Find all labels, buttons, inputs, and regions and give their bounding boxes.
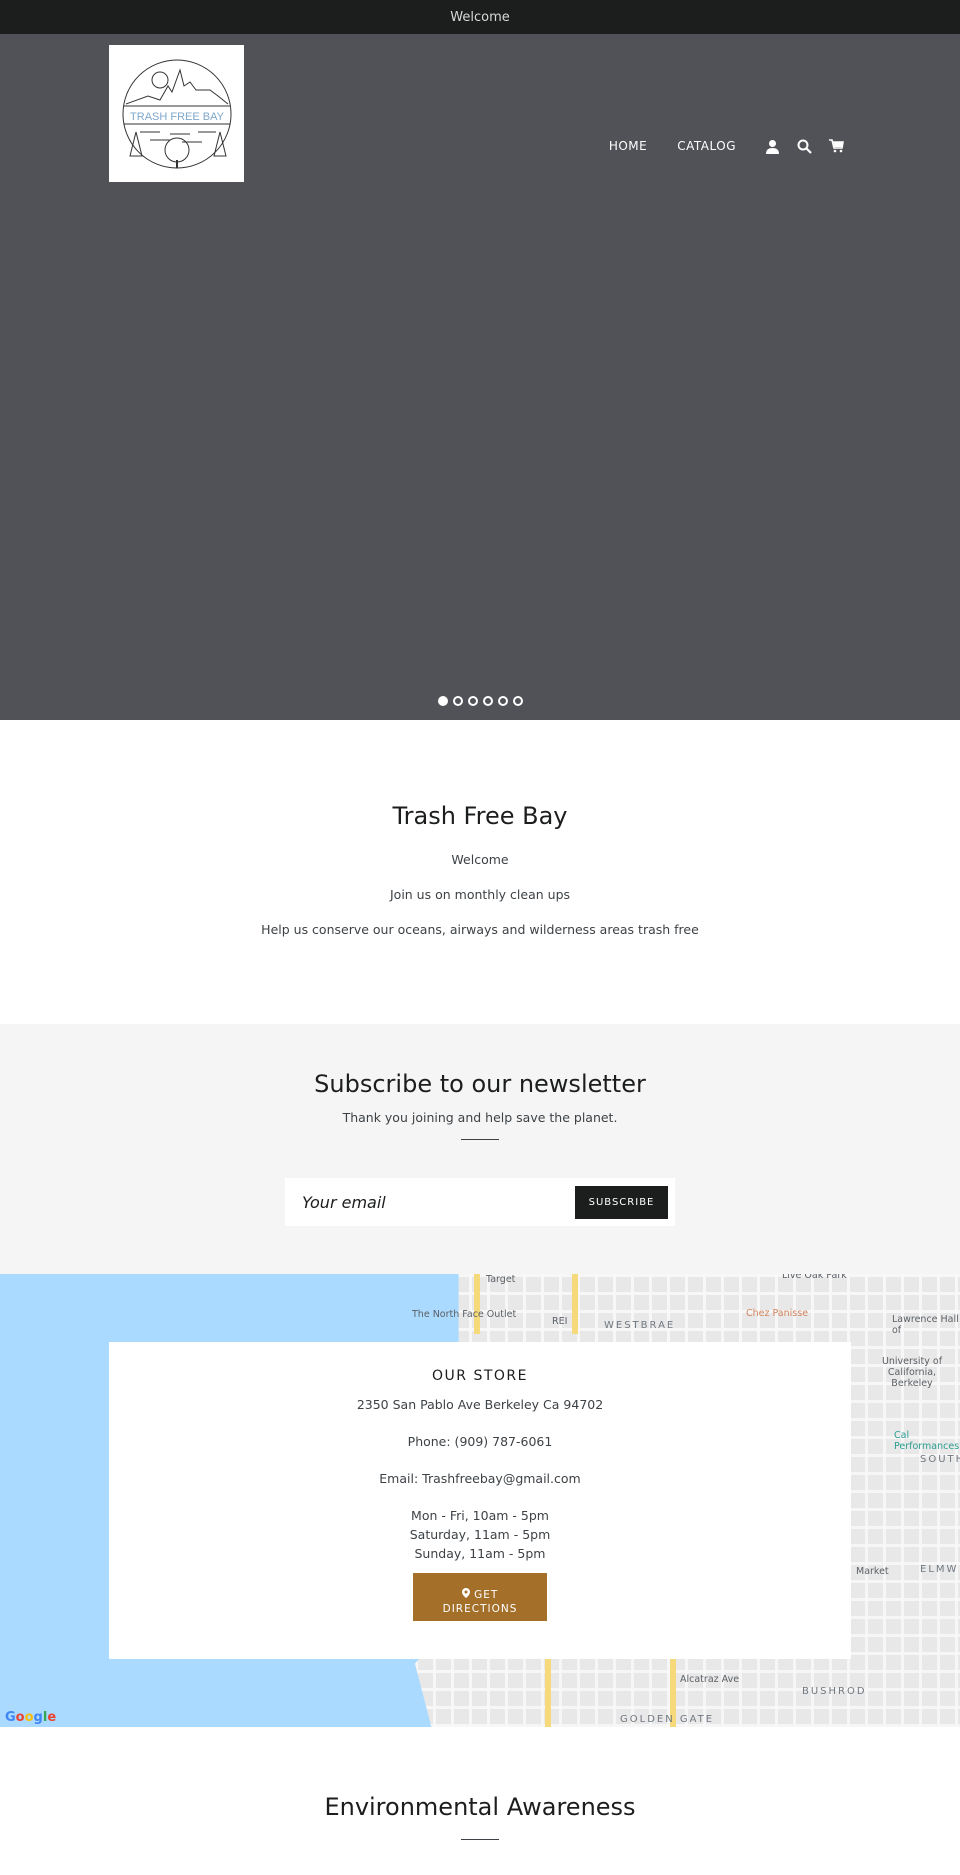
map-road — [572, 1274, 578, 1334]
nav-home[interactable]: HOME — [609, 139, 647, 153]
map-label: Target — [486, 1274, 516, 1285]
map-label: Live Oak Park — [782, 1274, 847, 1281]
store-map[interactable]: Target The North Face Outlet REI WESTBRA… — [0, 1274, 960, 1727]
account-icon[interactable] — [764, 138, 780, 154]
email-input[interactable] — [302, 1192, 575, 1212]
map-label: Market — [856, 1566, 889, 1577]
map-label: BUSHROD — [802, 1686, 867, 1697]
newsletter-section: Subscribe to our newsletter Thank you jo… — [0, 1024, 960, 1274]
slide-dot[interactable] — [437, 696, 448, 706]
map-label: REI — [552, 1316, 568, 1327]
store-address: 2350 San Pablo Ave Berkeley Ca 94702 — [356, 1397, 604, 1412]
directions-label: GET — [474, 1589, 499, 1601]
intro-line: Welcome — [451, 852, 509, 867]
map-pin-icon — [461, 1588, 474, 1601]
map-label: WESTBRAE — [604, 1320, 676, 1331]
store-heading: OUR STORE — [432, 1368, 528, 1384]
divider — [461, 1139, 499, 1140]
divider — [461, 1839, 499, 1840]
map-road — [545, 1659, 551, 1727]
logo-emblem-icon: TRASH FREE BAY — [122, 59, 231, 168]
get-directions-button[interactable]: GET DIRECTIONS — [413, 1573, 547, 1621]
slide-dot[interactable] — [512, 696, 523, 706]
awareness-section: Environmental Awareness — [0, 1727, 960, 1840]
store-email: Email: Trashfreebay@gmail.com — [379, 1471, 581, 1486]
newsletter-subtitle: Thank you joining and help save the plan… — [342, 1110, 618, 1125]
map-label: SOUTH — [920, 1454, 960, 1465]
slide-dot[interactable] — [467, 696, 478, 706]
store-hours: Saturday, 11am - 5pm — [409, 1527, 551, 1542]
slideshow-dots — [0, 696, 960, 706]
map-label: Lawrence Hall of — [892, 1314, 959, 1336]
intro-line: Help us conserve our oceans, airways and… — [261, 922, 699, 937]
slide-dot[interactable] — [452, 696, 463, 706]
map-label: The North Face Outlet — [412, 1309, 517, 1320]
svg-text:TRASH FREE BAY: TRASH FREE BAY — [130, 111, 225, 123]
map-label: Cal Performances — [894, 1430, 960, 1452]
map-label: Alcatraz Ave — [680, 1674, 740, 1685]
map-road — [474, 1274, 480, 1334]
search-icon[interactable] — [796, 138, 812, 154]
store-hours: Sunday, 11am - 5pm — [414, 1546, 546, 1561]
site-logo[interactable]: TRASH FREE BAY — [109, 45, 244, 182]
store-info-card: OUR STORE 2350 San Pablo Ave Berkeley Ca… — [109, 1342, 851, 1659]
intro-title: Trash Free Bay — [392, 802, 568, 830]
google-logo: Google — [5, 1710, 57, 1725]
intro-section: Trash Free Bay Welcome Join us on monthl… — [0, 720, 960, 1024]
awareness-title: Environmental Awareness — [324, 1793, 636, 1821]
store-hours: Mon - Fri, 10am - 5pm — [411, 1508, 549, 1523]
map-label: GOLDEN GATE — [620, 1714, 715, 1725]
intro-line: Join us on monthly clean ups — [389, 887, 571, 902]
cart-icon[interactable] — [828, 138, 844, 154]
newsletter-title: Subscribe to our newsletter — [314, 1070, 646, 1098]
nav-catalog[interactable]: CATALOG — [677, 139, 736, 153]
main-nav: HOME CATALOG — [579, 138, 844, 154]
map-label: University of California, Berkeley — [881, 1356, 943, 1389]
announcement-text: Welcome — [450, 9, 510, 25]
slide-dot[interactable] — [482, 696, 493, 706]
hero-slideshow: TRASH FREE BAY HOME CATALOG — [0, 34, 960, 720]
subscribe-form: SUBSCRIBE — [285, 1178, 675, 1226]
directions-label: DIRECTIONS — [442, 1603, 518, 1615]
map-label: Chez Panisse — [746, 1308, 809, 1319]
map-label: ELMW — [920, 1564, 959, 1575]
store-phone: Phone: (909) 787-6061 — [407, 1434, 553, 1449]
announcement-bar: Welcome — [0, 0, 960, 34]
subscribe-button[interactable]: SUBSCRIBE — [575, 1185, 668, 1219]
slide-dot[interactable] — [497, 696, 508, 706]
